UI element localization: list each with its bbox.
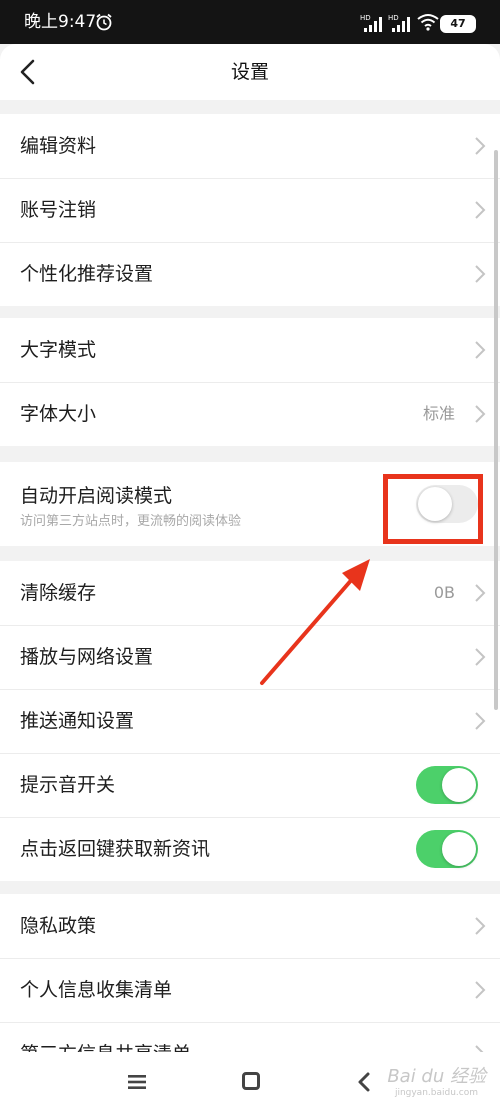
row-label: 第三方信息共享清单 xyxy=(20,1042,191,1052)
back-refresh-toggle[interactable] xyxy=(416,830,478,868)
row-push-notification[interactable]: 推送通知设置 xyxy=(0,689,500,753)
row-sound-switch: 提示音开关 xyxy=(0,753,500,817)
chevron-right-icon xyxy=(475,265,486,283)
section-display: 大字模式 字体大小 标准 xyxy=(0,318,500,446)
toggle-knob xyxy=(442,832,476,866)
home-icon[interactable] xyxy=(242,1072,260,1090)
chevron-right-icon xyxy=(475,201,486,219)
row-label: 大字模式 xyxy=(20,339,97,361)
row-label: 提示音开关 xyxy=(20,774,116,796)
page-header: 设置 xyxy=(0,44,500,100)
row-personalized-recommend[interactable]: 个性化推荐设置 xyxy=(0,242,500,306)
row-label: 字体大小 xyxy=(20,403,97,425)
section-account: 编辑资料 账号注销 个性化推荐设置 xyxy=(0,114,500,306)
row-font-size[interactable]: 字体大小 标准 xyxy=(0,382,500,446)
sound-switch-toggle[interactable] xyxy=(416,766,478,804)
svg-text:HD: HD xyxy=(360,14,371,22)
watermark-logo: Bai du 经验 xyxy=(387,1066,486,1087)
signal-icon: HD xyxy=(360,14,382,32)
scrollbar[interactable] xyxy=(494,150,498,710)
row-subtitle: 访问第三方站点时，更流畅的阅读体验 xyxy=(20,514,242,529)
row-label: 推送通知设置 xyxy=(20,710,135,732)
signal-icon-2: HD xyxy=(388,14,410,32)
annotation-arrow-icon xyxy=(260,559,370,685)
row-personal-info-list[interactable]: 个人信息收集清单 xyxy=(0,958,500,1022)
menu-icon[interactable] xyxy=(126,1073,148,1091)
row-edit-profile[interactable]: 编辑资料 xyxy=(0,114,500,178)
row-back-refresh: 点击返回键获取新资讯 xyxy=(0,817,500,881)
chevron-right-icon xyxy=(475,712,486,730)
chevron-right-icon xyxy=(475,405,486,423)
battery-indicator: 47 xyxy=(440,15,476,33)
row-label: 点击返回键获取新资讯 xyxy=(20,838,211,860)
chevron-right-icon xyxy=(475,341,486,359)
row-account-cancel[interactable]: 账号注销 xyxy=(0,178,500,242)
row-third-party-share-list[interactable]: 第三方信息共享清单 xyxy=(0,1022,500,1052)
row-large-font-mode[interactable]: 大字模式 xyxy=(0,318,500,382)
toggle-knob xyxy=(442,768,476,802)
row-label: 账号注销 xyxy=(20,199,97,221)
row-label: 个性化推荐设置 xyxy=(20,263,154,285)
section-privacy: 隐私政策 个人信息收集清单 第三方信息共享清单 xyxy=(0,894,500,1052)
chevron-right-icon xyxy=(475,648,486,666)
row-label: 隐私政策 xyxy=(20,915,97,937)
row-value: 标准 xyxy=(422,404,455,423)
chevron-right-icon xyxy=(475,584,486,602)
page-title: 设置 xyxy=(230,61,269,83)
chevron-right-icon xyxy=(475,917,486,935)
chevron-right-icon xyxy=(475,981,486,999)
chevron-right-icon xyxy=(475,1045,484,1052)
row-privacy-policy[interactable]: 隐私政策 xyxy=(0,894,500,958)
row-label: 个人信息收集清单 xyxy=(20,979,173,1001)
status-bar: 晚上9:47 HD HD 47 xyxy=(0,0,500,44)
row-label: 编辑资料 xyxy=(20,135,97,157)
svg-text:HD: HD xyxy=(388,14,399,22)
row-value: 0B xyxy=(433,583,455,602)
chevron-right-icon xyxy=(475,137,486,155)
row-label: 清除缓存 xyxy=(20,582,97,604)
annotation-highlight-box xyxy=(383,474,483,544)
back-icon[interactable] xyxy=(356,1071,372,1093)
system-navbar: Bai du 经验 jingyan.baidu.com xyxy=(0,1052,500,1111)
row-label: 播放与网络设置 xyxy=(20,646,154,668)
row-label: 自动开启阅读模式 xyxy=(20,485,173,507)
watermark-url: jingyan.baidu.com xyxy=(394,1088,478,1098)
status-time: 晚上9:47 xyxy=(24,12,97,32)
wifi-icon xyxy=(417,14,439,31)
alarm-clock-icon xyxy=(96,13,112,31)
